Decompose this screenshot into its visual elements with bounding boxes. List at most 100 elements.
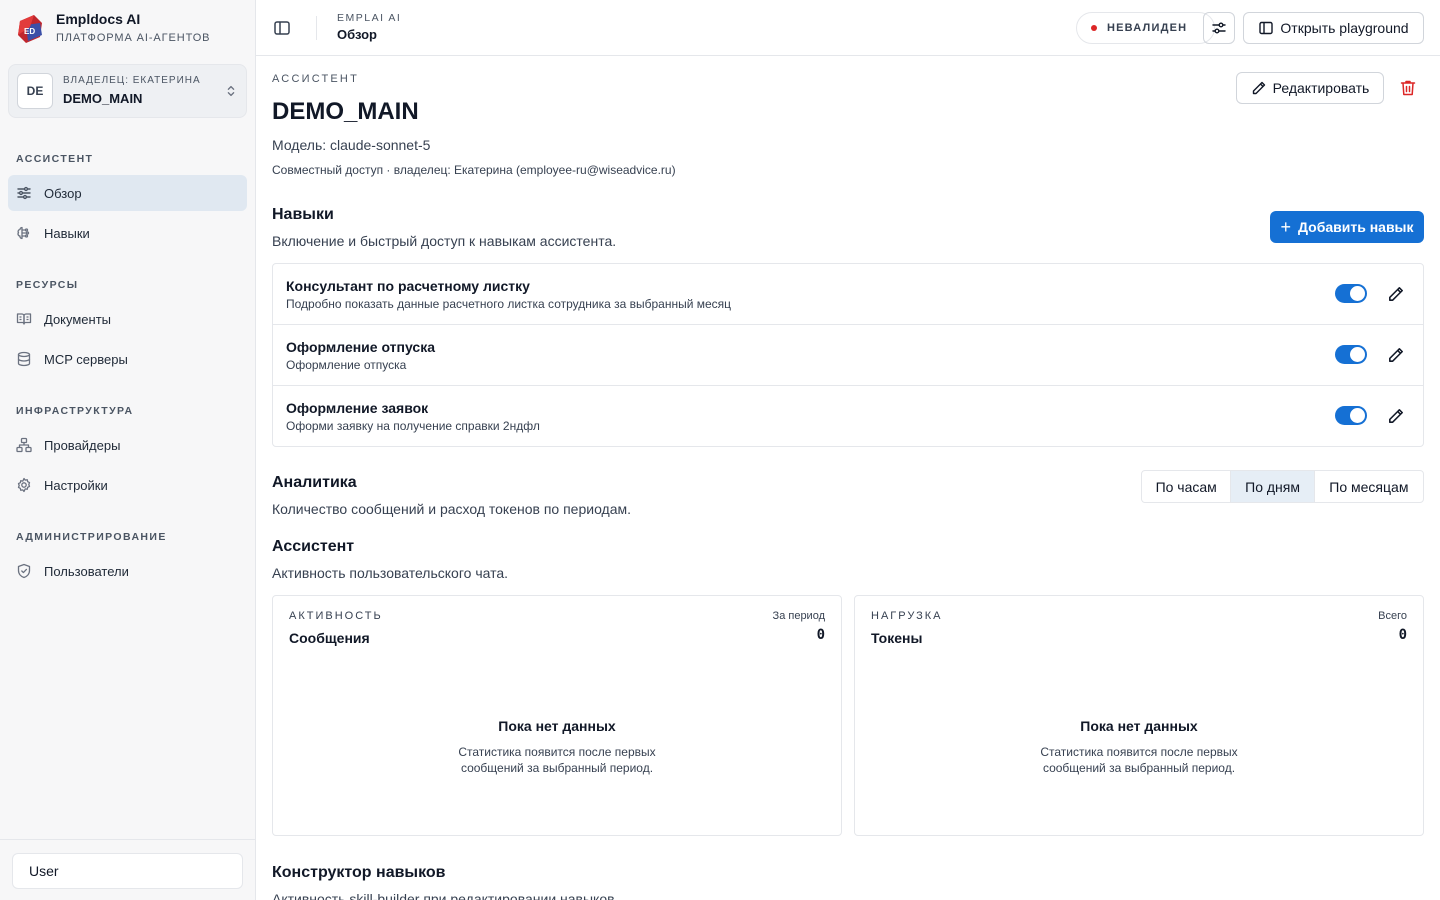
skill-name: Консультант по расчетному листку [286, 278, 530, 294]
skill-toggle[interactable] [1335, 345, 1367, 364]
book-icon [16, 313, 32, 325]
brand-name: Empldocs AI [56, 11, 141, 27]
card-eyebrow: НАГРУЗКА [871, 610, 943, 622]
sidebar-footer: User [0, 839, 255, 900]
add-skill-button[interactable]: + Добавить навык [1270, 211, 1424, 243]
add-skill-label: Добавить навык [1298, 219, 1414, 235]
owner-switcher[interactable]: DE ВЛАДЕЛЕЦ: ЕКАТЕРИНА DEMO_MAIN [8, 64, 247, 118]
period-months[interactable]: По месяцам [1315, 471, 1423, 502]
plus-icon: + [1280, 217, 1291, 237]
sliders-icon [17, 186, 31, 200]
skills-list: Консультант по расчетному листку Подробн… [272, 263, 1424, 447]
nav-section-infrastructure: ИНФРАСТРУКТУРА [16, 405, 134, 417]
list-item: Оформление отпуска Оформление отпуска [273, 325, 1423, 386]
card-title: Токены [871, 630, 923, 646]
status-label: НЕВАЛИДЕН [1107, 22, 1188, 34]
sidebar-item-label: Пользователи [44, 563, 129, 579]
skill-description: Подробно показать данные расчетного лист… [286, 297, 732, 311]
network-icon [16, 437, 32, 453]
sidebar-item-settings[interactable]: Настройки [8, 467, 247, 503]
edit-label: Редактировать [1272, 80, 1370, 96]
brain-icon [17, 226, 30, 240]
sidebar-item-label: Документы [44, 311, 112, 327]
owner-label: ВЛАДЕЛЕЦ: ЕКАТЕРИНА [63, 75, 201, 86]
card-period-label: За период [772, 610, 825, 622]
analytics-subtitle: Количество сообщений и расход токенов по… [272, 501, 632, 517]
sidebar: ED Empldocs AI ПЛАТФОРМА AI-АГЕНТОВ DE В… [0, 0, 256, 900]
pencil-icon [1252, 81, 1265, 95]
card-title: Сообщения [289, 630, 370, 646]
status-dot [1091, 25, 1097, 31]
page-title: DEMO_MAIN [272, 98, 419, 125]
pencil-icon[interactable] [1387, 285, 1405, 303]
empty-state-subtitle: Статистика появится после первых сообщен… [1040, 745, 1238, 775]
main-content: АССИСТЕНТ DEMO_MAIN Модель: claude-sonne… [272, 56, 1424, 900]
owner-avatar: DE [17, 73, 53, 109]
svg-text:ED: ED [24, 27, 35, 36]
assistant-access: Совместный доступ · владелец: Екатерина … [272, 163, 676, 177]
period-selector: По часам По дням По месяцам [1141, 470, 1424, 503]
nav-section-resources: РЕСУРСЫ [16, 279, 79, 291]
brand-logo-icon: ED [18, 14, 42, 43]
empty-state-subtitle: Статистика появится после первых сообщен… [458, 745, 656, 775]
gear-icon [17, 477, 31, 493]
sidebar-item-documents[interactable]: Документы [8, 301, 247, 337]
tokens-card: НАГРУЗКА Токены Всего 0 Пока нет данных … [854, 595, 1424, 836]
skill-builder-subtitle: Активность skill-builder при редактирова… [272, 891, 619, 900]
empty-state-title: Пока нет данных [1080, 718, 1198, 734]
breadcrumb-current: Обзор [337, 27, 377, 42]
header-divider [316, 16, 317, 40]
sidebar-item-skills[interactable]: Навыки [8, 215, 247, 251]
edit-button[interactable]: Редактировать [1236, 72, 1384, 104]
nav-section-assistant: АССИСТЕНТ [16, 153, 94, 165]
sidebar-item-label: Навыки [44, 225, 90, 241]
panel-icon [1259, 21, 1274, 35]
user-menu[interactable]: User [12, 853, 243, 889]
list-item: Оформление заявок Оформи заявку на получ… [273, 386, 1423, 446]
database-icon [17, 351, 31, 367]
settings-toggle-button[interactable] [1203, 12, 1235, 44]
trash-icon[interactable] [1398, 78, 1418, 98]
sidebar-item-label: Провайдеры [44, 437, 121, 453]
top-header: EMPLAI AI Обзор НЕВАЛИДЕН Открыть playgr… [256, 0, 1440, 56]
skill-toggle[interactable] [1335, 284, 1367, 303]
status-badge: НЕВАЛИДЕН [1076, 12, 1215, 44]
assistant-model: Модель: claude-sonnet-5 [272, 137, 431, 153]
skill-description: Оформи заявку на получение справки 2ндфл [286, 419, 540, 433]
messages-card: АКТИВНОСТЬ Сообщения За период 0 Пока не… [272, 595, 842, 836]
sidebar-item-label: Настройки [44, 477, 108, 493]
skills-title: Навыки [272, 206, 334, 223]
skill-name: Оформление отпуска [286, 339, 435, 355]
sidebar-item-providers[interactable]: Провайдеры [8, 427, 247, 463]
skill-description: Оформление отпуска [286, 358, 407, 372]
shield-icon [17, 563, 31, 579]
pencil-icon[interactable] [1387, 346, 1405, 364]
card-period-label: Всего [1378, 610, 1407, 622]
brand-subtitle: ПЛАТФОРМА AI-АГЕНТОВ [56, 32, 211, 44]
analytics-title: Аналитика [272, 474, 357, 491]
nav-section-administration: АДМИНИСТРИРОВАНИЕ [16, 531, 167, 543]
sidebar-item-label: Обзор [44, 185, 82, 201]
owner-name: DEMO_MAIN [63, 91, 143, 106]
sidebar-item-users[interactable]: Пользователи [8, 553, 247, 589]
assistant-analytics-title: Ассистент [272, 538, 355, 555]
period-days[interactable]: По дням [1231, 471, 1315, 502]
card-eyebrow: АКТИВНОСТЬ [289, 610, 383, 622]
open-playground-button[interactable]: Открыть playground [1243, 12, 1424, 44]
brand[interactable]: ED Empldocs AI ПЛАТФОРМА AI-АГЕНТОВ [16, 10, 210, 47]
card-value: 0 [816, 627, 825, 643]
skill-toggle[interactable] [1335, 406, 1367, 425]
period-hours[interactable]: По часам [1142, 471, 1232, 502]
empty-state-title: Пока нет данных [498, 718, 616, 734]
card-value: 0 [1398, 627, 1407, 643]
breadcrumb-parent[interactable]: EMPLAI AI [337, 12, 401, 24]
pencil-icon[interactable] [1387, 407, 1405, 425]
sidebar-item-overview[interactable]: Обзор [8, 175, 247, 211]
skills-subtitle: Включение и быстрый доступ к навыкам асс… [272, 233, 617, 249]
sidebar-item-mcp-servers[interactable]: MCP серверы [8, 341, 247, 377]
list-item: Консультант по расчетному листку Подробн… [273, 264, 1423, 325]
sidebar-toggle-icon[interactable] [272, 18, 292, 38]
skill-name: Оформление заявок [286, 400, 429, 416]
skill-builder-title: Конструктор навыков [272, 864, 446, 881]
chevron-up-down-icon [227, 85, 235, 97]
